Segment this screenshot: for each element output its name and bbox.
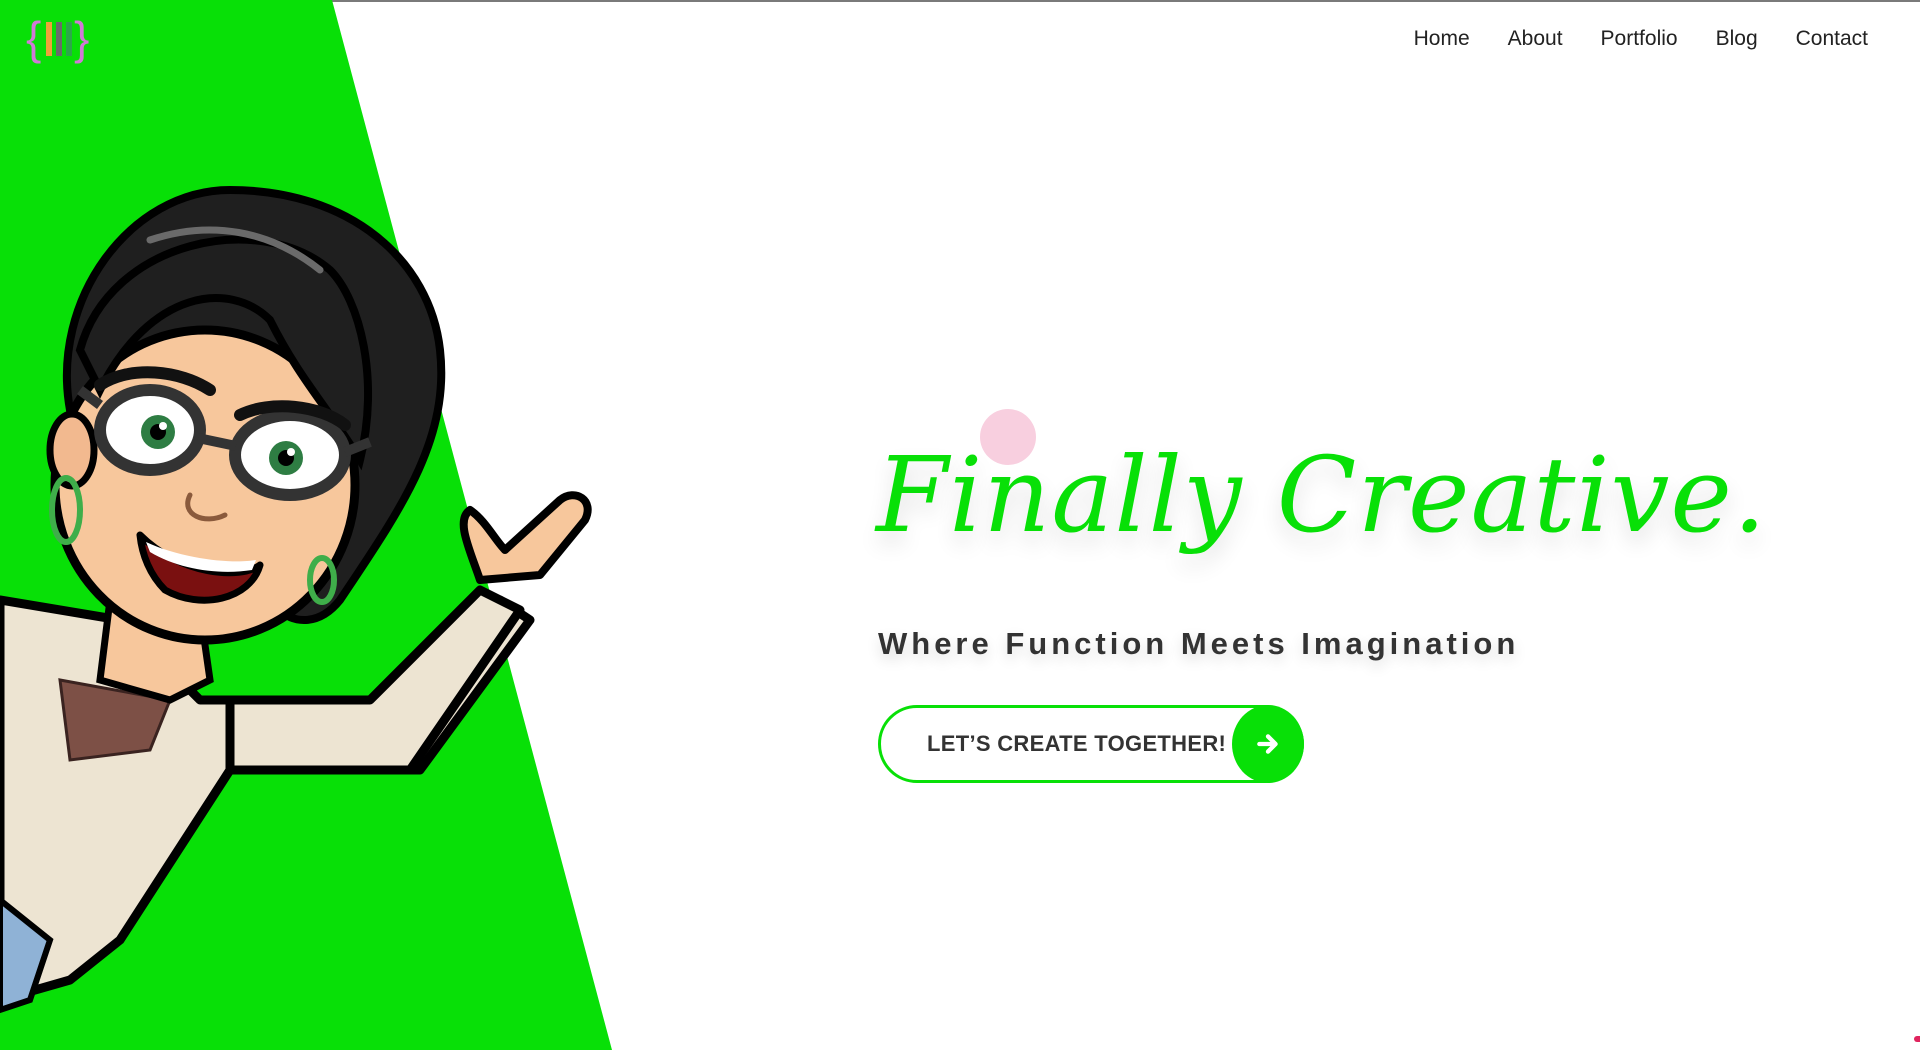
lets-create-together-button[interactable]: LET’S CREATE TOGETHER! bbox=[878, 705, 1304, 783]
hero-title: Finally Creative. bbox=[876, 434, 1767, 556]
cta-button-label: LET’S CREATE TOGETHER! bbox=[927, 731, 1227, 756]
corner-accent-mark bbox=[1914, 1036, 1920, 1042]
site-logo-icon[interactable]: { } bbox=[26, 14, 92, 64]
arrow-right-icon bbox=[1257, 734, 1278, 754]
hero-subtitle: Where Function Meets Imagination bbox=[878, 626, 1520, 661]
cartoon-woman-avatar bbox=[0, 185, 592, 1014]
nav-about-link[interactable]: About bbox=[1508, 24, 1563, 54]
main-navigation: Home About Portfolio Blog Contact bbox=[1376, 24, 1868, 54]
cta-arrow-circle[interactable] bbox=[1232, 705, 1304, 783]
nav-portfolio-link[interactable]: Portfolio bbox=[1601, 24, 1678, 54]
svg-text:}: } bbox=[74, 14, 89, 64]
nav-blog-link[interactable]: Blog bbox=[1716, 24, 1758, 54]
nav-contact-link[interactable]: Contact bbox=[1796, 24, 1868, 54]
svg-text:{: { bbox=[26, 14, 41, 64]
nav-home-link[interactable]: Home bbox=[1414, 24, 1470, 54]
